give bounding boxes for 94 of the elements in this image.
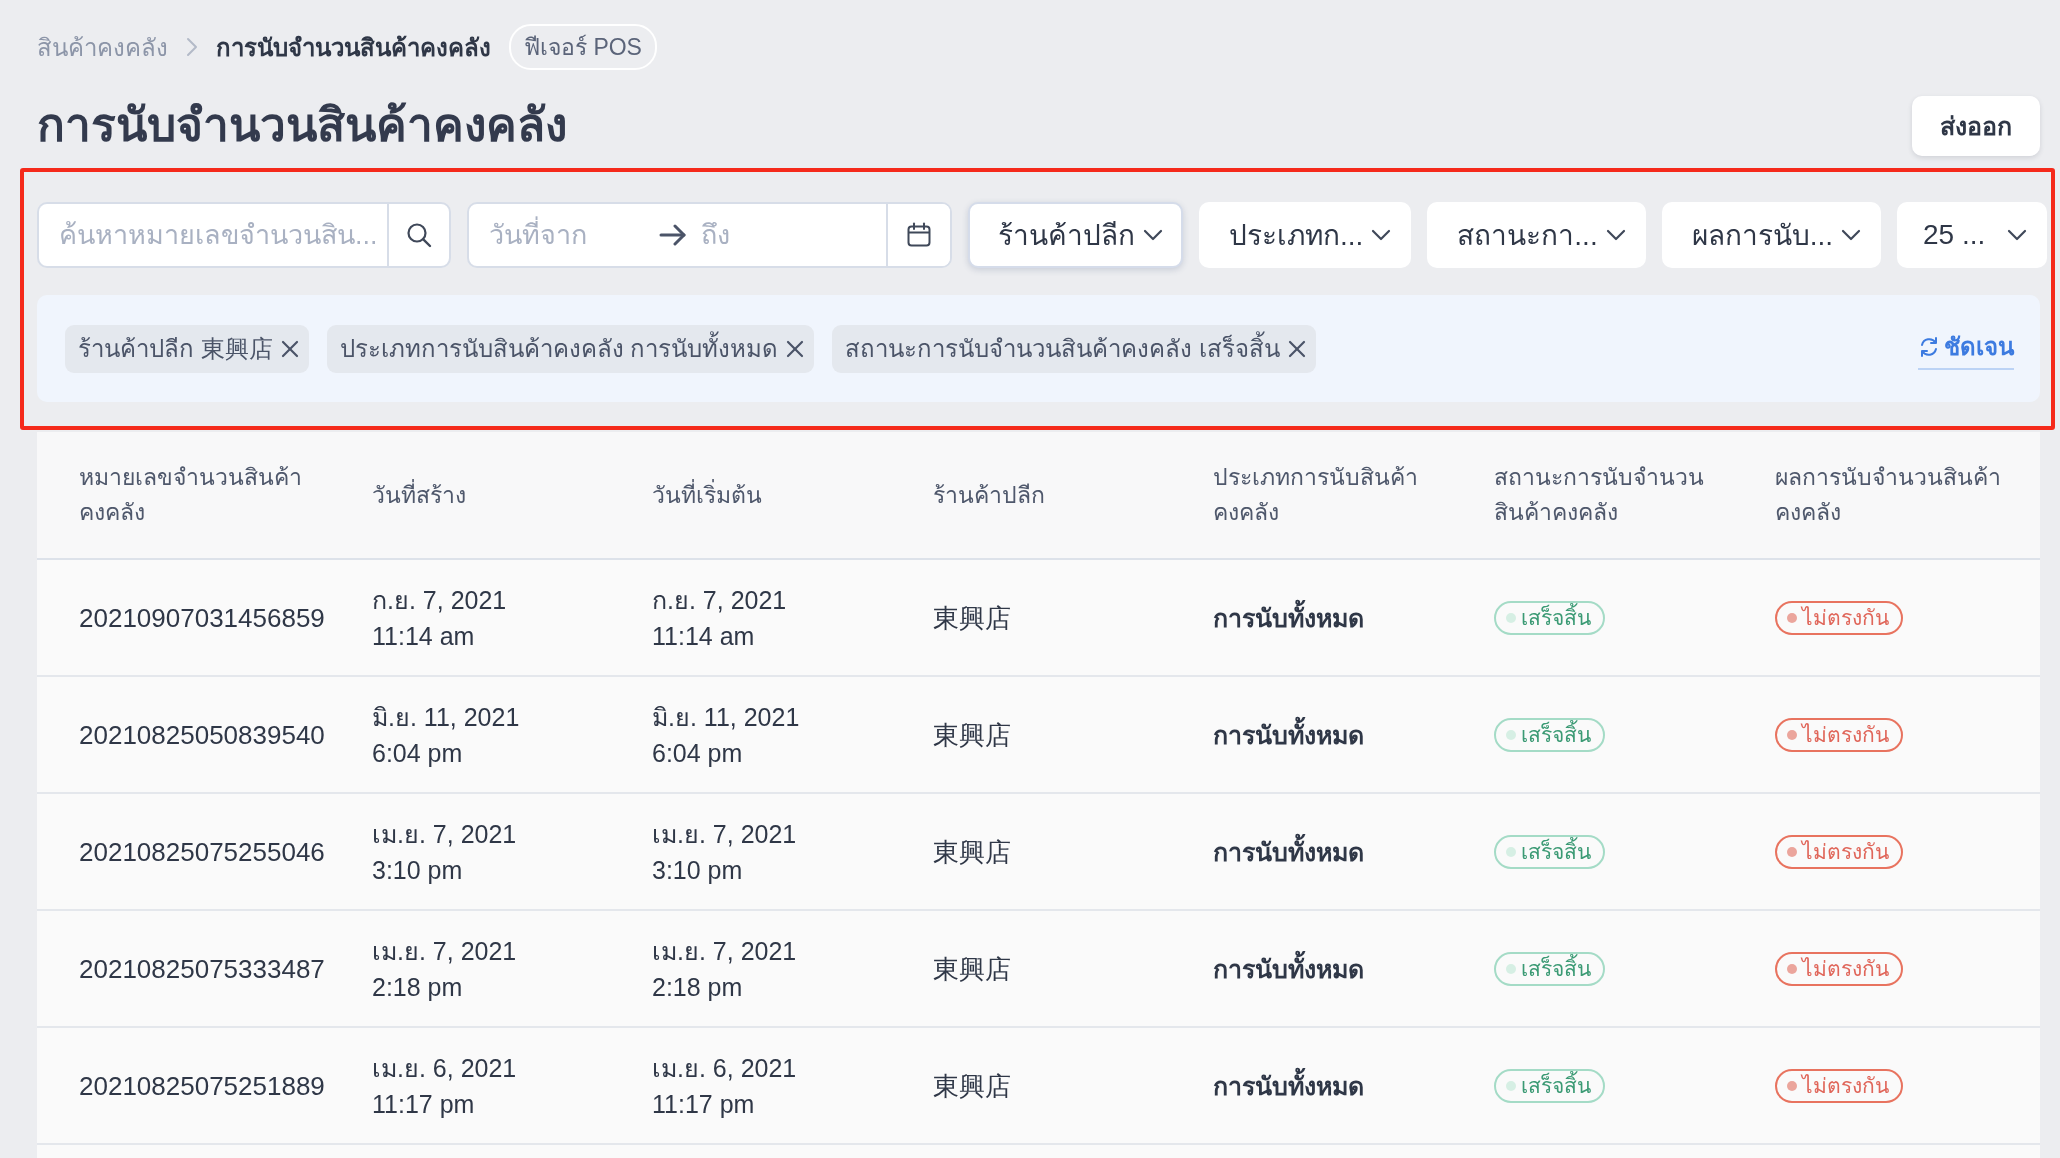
- date-to-input[interactable]: ถึง: [687, 204, 886, 266]
- status-dot-icon: [1787, 963, 1797, 974]
- date-text: เม.ย. 7, 2021: [652, 935, 797, 967]
- clear-link[interactable]: ชัดเจน: [1918, 327, 2014, 370]
- filter-dropdown[interactable]: ร้านค้าปลีก: [968, 202, 1183, 268]
- table-cell-text: 東興店: [932, 835, 1012, 869]
- date-text: เม.ย. 6, 2021: [372, 1052, 517, 1084]
- date-text: ก.ย. 7, 2021: [652, 584, 787, 616]
- table-cell-text: 東興店: [932, 1069, 1012, 1103]
- calendar-button[interactable]: [886, 204, 950, 266]
- chevron-down-icon: [2007, 229, 2028, 241]
- date-text: ก.ย. 7, 2021: [372, 584, 507, 616]
- search-button[interactable]: [387, 202, 451, 268]
- table-cell-text: 東興店: [932, 952, 1012, 986]
- calendar-icon: [906, 222, 932, 248]
- status-badge: ไม่ตรงกัน: [1775, 951, 1903, 986]
- export-button[interactable]: ส่งออก: [1912, 96, 2040, 156]
- column-header: หมายเลขจำนวนสินค้าคงคลัง: [78, 463, 303, 527]
- filter-dropdown[interactable]: สถานะกา...: [1427, 202, 1646, 268]
- date-from-input[interactable]: วันที่จาก: [469, 204, 659, 266]
- time-text: 11:17 pm: [372, 1088, 475, 1120]
- table-cell-text: 東興店: [932, 601, 1012, 635]
- close-icon[interactable]: [786, 339, 805, 358]
- table-cell-text: 20210825075333487: [78, 952, 326, 986]
- table-cell: การนับทั้งหมด: [1171, 716, 1452, 753]
- status-dot-icon: [1506, 846, 1516, 857]
- table-cell: การนับทั้งหมด: [1171, 599, 1452, 636]
- date-text: เม.ย. 7, 2021: [372, 935, 517, 967]
- breadcrumb-current: การนับจำนวนสินค้าคงคลัง: [216, 32, 491, 63]
- date-text: เม.ย. 7, 2021: [652, 818, 797, 850]
- chevron-down-icon: [1841, 229, 1862, 241]
- filter-dropdown[interactable]: ประเภทก...: [1199, 202, 1412, 268]
- status-badge: ไม่ตรงกัน: [1775, 834, 1903, 869]
- search-field[interactable]: ค้นหาหมายเลขจำนวนสิน...: [37, 202, 387, 268]
- time-text: 3:10 pm: [652, 854, 743, 886]
- filter-dropdown[interactable]: ผลการนับ...: [1661, 202, 1882, 268]
- column-header: ประเภทการนับสินค้าคงคลัง: [1212, 463, 1419, 527]
- chevron-down-icon: [1605, 229, 1626, 241]
- table-cell-text: 20210825075255046: [78, 835, 326, 869]
- chip-label: ร้านค้าปลีก 東興店: [78, 334, 273, 364]
- date-text: เม.ย. 7, 2021: [372, 818, 517, 850]
- time-text: 11:17 pm: [652, 1088, 755, 1120]
- time-text: 3:10 pm: [372, 854, 463, 886]
- chevron-down-icon: [1371, 229, 1392, 241]
- status-dot-icon: [1506, 963, 1516, 974]
- arrow-right-icon: [659, 224, 687, 246]
- status-dot-icon: [1506, 1080, 1516, 1091]
- time-text: 6:04 pm: [372, 737, 463, 769]
- table-cell: การนับทั้งหมด: [1171, 950, 1452, 987]
- search-icon: [406, 222, 432, 248]
- chip-label: ประเภทการนับสินค้าคงคลัง การนับทั้งหมด: [339, 329, 779, 368]
- status-badge: เสร็จสิ้น: [1494, 600, 1605, 635]
- column-header: วันที่สร้าง: [371, 478, 467, 510]
- page-title: การนับจำนวนสินค้าคงคลัง: [37, 98, 567, 154]
- date-text: มิ.ย. 11, 2021: [652, 701, 800, 733]
- status-dot-icon: [1787, 612, 1797, 623]
- table-cell: การนับทั้งหมด: [1171, 833, 1452, 870]
- column-header: ร้านค้าปลีก: [932, 480, 1046, 510]
- time-text: 11:14 am: [372, 620, 475, 652]
- status-dot-icon: [1787, 846, 1797, 857]
- status-badge: เสร็จสิ้น: [1494, 951, 1605, 986]
- time-text: 6:04 pm: [652, 737, 743, 769]
- feature-badge: ฟีเจอร์ POS: [509, 24, 657, 70]
- status-dot-icon: [1787, 729, 1797, 740]
- chevron-down-icon: [1143, 229, 1163, 241]
- table-cell-text: 東興店: [932, 718, 1012, 752]
- status-badge: ไม่ตรงกัน: [1775, 717, 1903, 752]
- status-dot-icon: [1506, 612, 1516, 623]
- time-text: 2:18 pm: [372, 971, 463, 1003]
- column-header: สถานะการนับจำนวนสินค้าคงคลัง: [1493, 463, 1705, 527]
- table-cell-text: 20210825075251889: [78, 1069, 326, 1103]
- date-range-field[interactable]: วันที่จาก ถึง: [467, 202, 952, 268]
- date-text: มิ.ย. 11, 2021: [372, 701, 520, 733]
- close-icon[interactable]: [280, 339, 299, 358]
- status-dot-icon: [1787, 1080, 1797, 1091]
- chevron-right-icon: [186, 37, 198, 57]
- time-text: 2:18 pm: [652, 971, 743, 1003]
- time-text: 11:14 am: [652, 620, 755, 652]
- status-badge: เสร็จสิ้น: [1494, 717, 1605, 752]
- status-badge: เสร็จสิ้น: [1494, 1068, 1605, 1103]
- table-cell-text: 20210907031456859: [78, 601, 326, 635]
- refresh-icon: [1918, 335, 1940, 358]
- close-icon[interactable]: [1288, 339, 1306, 358]
- status-badge: ไม่ตรงกัน: [1775, 1068, 1903, 1103]
- status-badge: ไม่ตรงกัน: [1775, 600, 1903, 635]
- column-header: วันที่เริ่มต้น: [651, 478, 763, 510]
- date-text: เม.ย. 6, 2021: [652, 1052, 797, 1084]
- table-cell-text: 20210825050839540: [78, 718, 326, 752]
- status-dot-icon: [1506, 729, 1516, 740]
- column-header: ผลการนับจำนวนสินค้าคงคลัง: [1774, 463, 2002, 527]
- table-cell: การนับทั้งหมด: [1171, 1067, 1452, 1104]
- status-badge: เสร็จสิ้น: [1494, 834, 1605, 869]
- chip-label: สถานะการนับจำนวนสินค้าคงคลัง เสร็จสิ้น: [845, 329, 1280, 368]
- filter-dropdown[interactable]: 25 ...: [1897, 202, 2048, 268]
